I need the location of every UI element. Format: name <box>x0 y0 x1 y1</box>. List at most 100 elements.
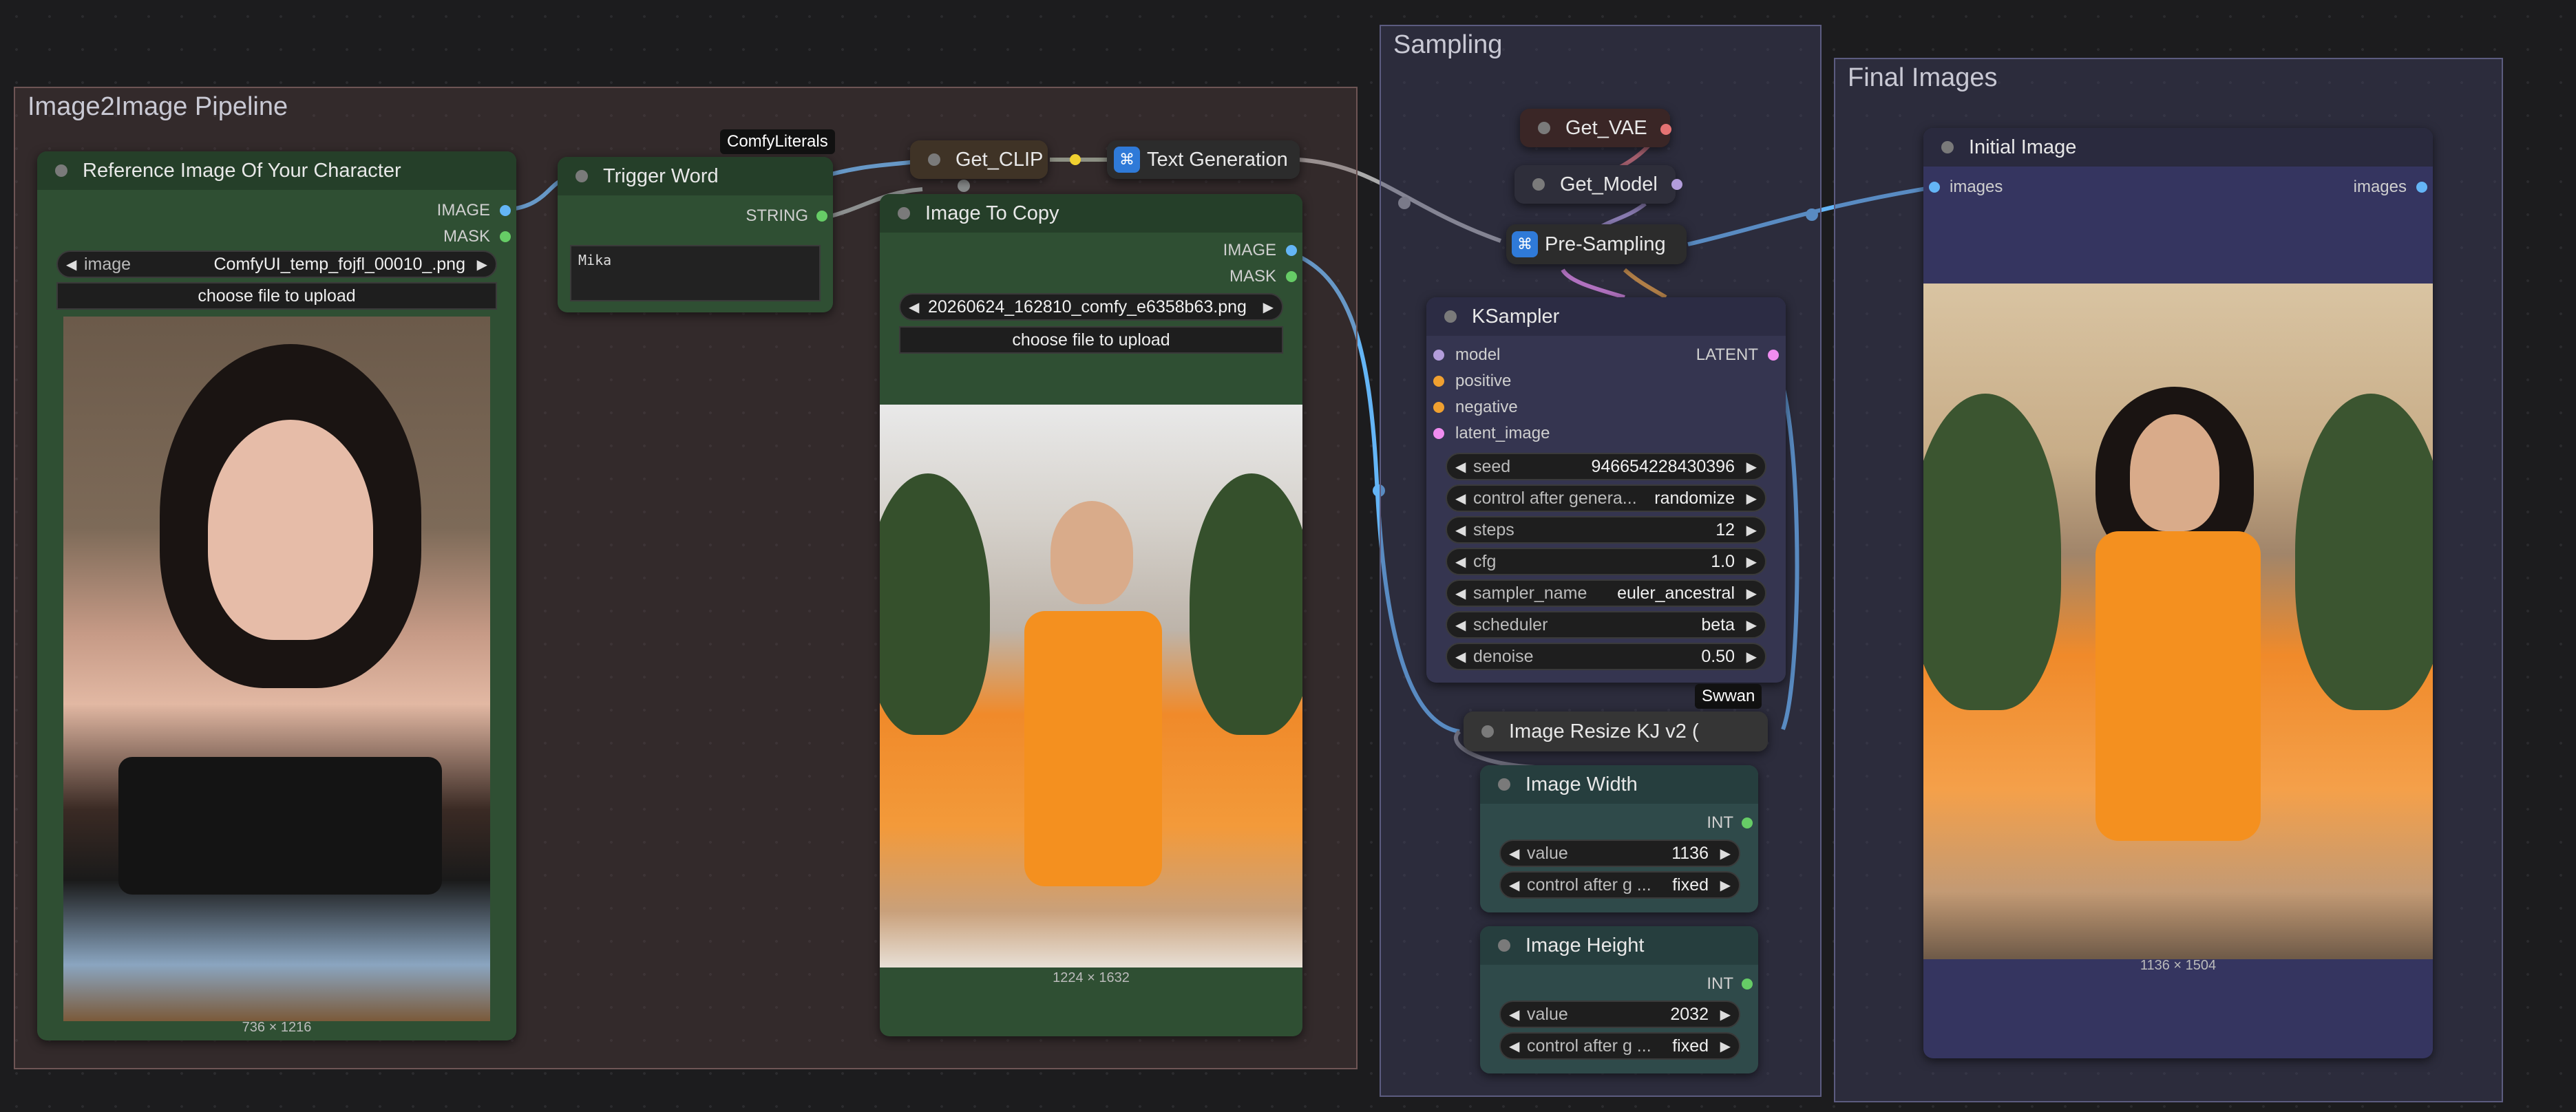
node-header[interactable]: Image Resize KJ v2 ( <box>1464 712 1768 751</box>
collapse-dot[interactable] <box>1941 141 1954 153</box>
node-header[interactable]: Trigger Word <box>558 157 833 195</box>
node-get-vae[interactable]: Get_VAE <box>1520 109 1670 147</box>
trigger-word-textarea[interactable]: Mika <box>570 245 821 301</box>
arrow-right-icon[interactable]: ▶ <box>477 256 487 273</box>
ksampler-input-model[interactable]: model <box>1455 345 1500 365</box>
input-socket-latent-image[interactable] <box>1433 428 1444 439</box>
output-socket-latent[interactable] <box>1768 350 1779 361</box>
node-get-model[interactable]: Get_Model <box>1514 165 1676 204</box>
node-header[interactable]: Reference Image Of Your Character <box>37 151 516 190</box>
control-widget[interactable]: ◀ control after g ... fixed ▶ <box>1499 871 1740 899</box>
collapse-dot[interactable] <box>898 207 910 220</box>
collapse-dot[interactable] <box>1498 778 1510 791</box>
model-socket[interactable] <box>1671 179 1682 190</box>
arrow-left-icon[interactable]: ◀ <box>1455 522 1466 539</box>
vae-socket[interactable] <box>1660 124 1671 135</box>
ksampler-widget-seed[interactable]: ◀ seed 946654228430396 ▶ <box>1446 453 1766 480</box>
node-text-generation[interactable]: ⌘ Text Generation <box>1107 140 1300 179</box>
arrow-right-icon[interactable]: ▶ <box>1746 490 1757 507</box>
arrow-right-icon[interactable]: ▶ <box>1720 877 1731 894</box>
node-trigger-word[interactable]: Trigger Word STRING Mika <box>558 157 833 312</box>
node-header[interactable]: Image Width <box>1480 765 1758 804</box>
output-socket-images[interactable] <box>2416 182 2427 193</box>
arrow-left-icon[interactable]: ◀ <box>1455 617 1466 634</box>
collapse-dot[interactable] <box>1498 939 1510 952</box>
collapse-dot[interactable] <box>576 170 588 182</box>
arrow-left-icon[interactable]: ◀ <box>909 299 919 316</box>
node-header[interactable]: Get_Model <box>1514 165 1676 204</box>
ksampler-widget-sampler-name[interactable]: ◀ sampler_name euler_ancestral ▶ <box>1446 579 1766 607</box>
input-socket-model[interactable] <box>1433 350 1444 361</box>
output-socket-int[interactable] <box>1742 979 1753 990</box>
arrow-left-icon[interactable]: ◀ <box>1509 1006 1519 1023</box>
control-widget[interactable]: ◀ control after g ... fixed ▶ <box>1499 1032 1740 1060</box>
collapse-dot[interactable] <box>1532 178 1545 191</box>
ksampler-widget-denoise[interactable]: ◀ denoise 0.50 ▶ <box>1446 643 1766 670</box>
ksampler-input-negative[interactable]: negative <box>1455 398 1518 417</box>
node-header[interactable]: Image To Copy <box>880 194 1302 233</box>
output-socket-int[interactable] <box>1742 817 1753 828</box>
node-ksampler[interactable]: KSampler LATENT model positive negative lat… <box>1426 297 1786 683</box>
arrow-left-icon[interactable]: ◀ <box>1509 845 1519 862</box>
arrow-right-icon[interactable]: ▶ <box>1746 648 1757 665</box>
ksampler-widget-cfg[interactable]: ◀ cfg 1.0 ▶ <box>1446 548 1766 575</box>
output-socket-mask[interactable] <box>500 231 511 242</box>
arrow-right-icon[interactable]: ▶ <box>1746 553 1757 570</box>
arrow-right-icon[interactable]: ▶ <box>1746 458 1757 475</box>
arrow-right-icon[interactable]: ▶ <box>1720 845 1731 862</box>
output-socket-image[interactable] <box>500 205 511 216</box>
arrow-left-icon[interactable]: ◀ <box>1455 458 1466 475</box>
node-reference-image[interactable]: Reference Image Of Your Character IMAGE … <box>37 151 516 1040</box>
upload-button[interactable]: choose file to upload <box>899 326 1283 354</box>
node-header[interactable]: Get_CLIP <box>910 140 1048 179</box>
node-pre-sampling[interactable]: ⌘ Pre-Sampling <box>1506 224 1687 264</box>
image-combo-widget[interactable]: ◀ image ComfyUI_temp_fojfl_00010_.png ▶ <box>56 250 497 278</box>
collapse-dot[interactable] <box>1538 122 1550 134</box>
ksampler-widget-steps[interactable]: ◀ steps 12 ▶ <box>1446 516 1766 544</box>
arrow-right-icon[interactable]: ▶ <box>1263 299 1274 316</box>
output-socket-string[interactable] <box>816 211 827 222</box>
collapse-dot[interactable] <box>928 153 940 166</box>
arrow-left-icon[interactable]: ◀ <box>1455 490 1466 507</box>
collapse-dot[interactable] <box>1481 725 1494 738</box>
arrow-right-icon[interactable]: ▶ <box>1720 1006 1731 1023</box>
ksampler-widget-control-after-genera[interactable]: ◀ control after genera... randomize ▶ <box>1446 484 1766 512</box>
arrow-left-icon[interactable]: ◀ <box>1509 1038 1519 1055</box>
arrow-right-icon[interactable]: ▶ <box>1746 522 1757 539</box>
collapse-dot[interactable] <box>1444 310 1457 323</box>
arrow-right-icon[interactable]: ▶ <box>1746 585 1757 602</box>
arrow-left-icon[interactable]: ◀ <box>1509 877 1519 894</box>
output-socket-mask[interactable] <box>1286 271 1297 282</box>
node-image-resize[interactable]: Image Resize KJ v2 ( <box>1464 712 1768 751</box>
ksampler-widget-scheduler[interactable]: ◀ scheduler beta ▶ <box>1446 611 1766 639</box>
node-image-height[interactable]: Image Height INT ◀ value 2032 ▶ ◀ contro… <box>1480 926 1758 1073</box>
output-socket-image[interactable] <box>1286 245 1297 256</box>
value-widget[interactable]: ◀ value 1136 ▶ <box>1499 840 1740 867</box>
node-header[interactable]: KSampler <box>1426 297 1786 336</box>
arrow-left-icon[interactable]: ◀ <box>1455 648 1466 665</box>
collapse-dot[interactable] <box>55 164 67 177</box>
arrow-right-icon[interactable]: ▶ <box>1746 617 1757 634</box>
node-get-clip[interactable]: Get_CLIP <box>910 140 1048 179</box>
arrow-left-icon[interactable]: ◀ <box>1455 585 1466 602</box>
ksampler-input-latent-image[interactable]: latent_image <box>1455 424 1550 443</box>
input-socket-images[interactable] <box>1929 182 1940 193</box>
node-header[interactable]: ⌘ Text Generation <box>1107 140 1300 179</box>
node-image-to-copy[interactable]: Image To Copy IMAGE MASK ◀ 20260624_1628… <box>880 194 1302 1036</box>
node-header[interactable]: Initial Image <box>1923 128 2433 167</box>
ksampler-input-positive[interactable]: positive <box>1455 372 1511 391</box>
arrow-left-icon[interactable]: ◀ <box>66 256 76 273</box>
upload-button[interactable]: choose file to upload <box>56 282 497 310</box>
node-initial-image[interactable]: Initial Image images images 1136 × 1504 <box>1923 128 2433 1058</box>
clip-socket[interactable] <box>1070 154 1081 165</box>
arrow-right-icon[interactable]: ▶ <box>1720 1038 1731 1055</box>
input-socket-positive[interactable] <box>1433 376 1444 387</box>
value-widget[interactable]: ◀ value 2032 ▶ <box>1499 1001 1740 1028</box>
node-header[interactable]: ⌘ Pre-Sampling <box>1506 224 1687 264</box>
node-header[interactable]: Image Height <box>1480 926 1758 965</box>
node-image-width[interactable]: Image Width INT ◀ value 1136 ▶ ◀ control… <box>1480 765 1758 912</box>
node-header[interactable]: Get_VAE <box>1520 109 1670 147</box>
image-combo-widget[interactable]: ◀ 20260624_162810_comfy_e6358b63.png ▶ <box>899 293 1283 321</box>
arrow-left-icon[interactable]: ◀ <box>1455 553 1466 570</box>
input-socket-negative[interactable] <box>1433 402 1444 413</box>
